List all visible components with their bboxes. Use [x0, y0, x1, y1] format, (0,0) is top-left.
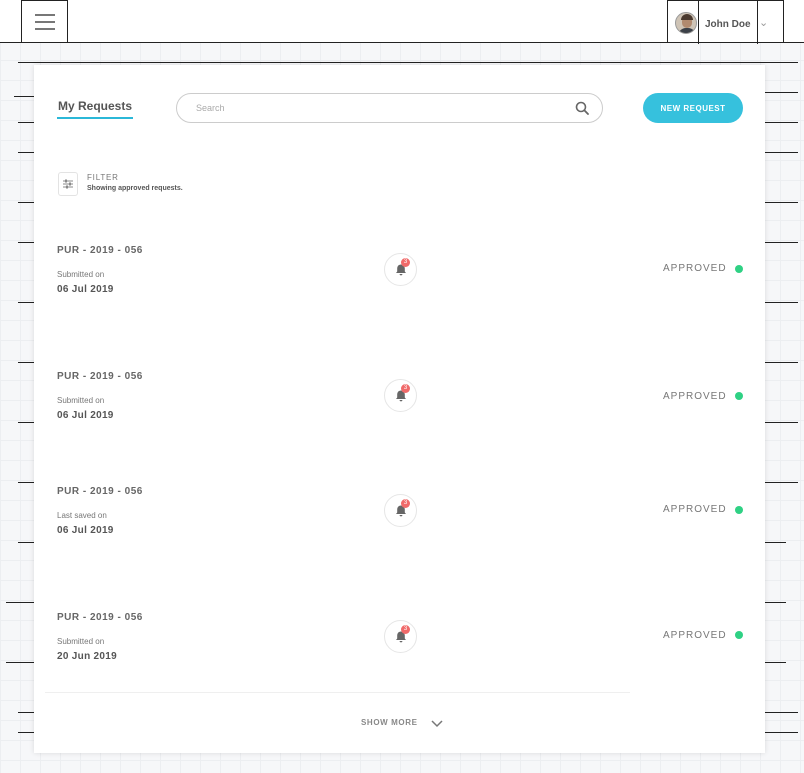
notification-count: 3 — [401, 258, 410, 267]
request-date-label: Last saved on — [57, 511, 107, 520]
chevron-down-icon[interactable]: ⌄ — [759, 16, 768, 29]
status-dot — [735, 392, 743, 400]
new-request-button[interactable]: NEW REQUEST — [643, 93, 743, 123]
request-date-label: Submitted on — [57, 396, 105, 405]
status-dot — [735, 506, 743, 514]
request-id[interactable]: PUR - 2019 - 056 — [57, 486, 143, 497]
menu-button[interactable] — [21, 0, 68, 43]
filter-summary: Showing approved requests. — [87, 185, 183, 192]
top-bar: John Doe ⌄ — [0, 0, 804, 44]
notification-count: 3 — [401, 384, 410, 393]
active-tab-indicator — [57, 117, 133, 119]
request-date: 06 Jul 2019 — [57, 410, 114, 421]
notification-count: 3 — [401, 499, 410, 508]
status-dot — [735, 265, 743, 273]
request-date: 20 Jun 2019 — [57, 651, 118, 662]
user-name: John Doe — [705, 19, 751, 30]
notification-button[interactable]: 3 — [384, 379, 417, 412]
status-label: APPROVED — [663, 263, 727, 274]
chevron-down-icon[interactable] — [427, 713, 447, 733]
status-label: APPROVED — [663, 391, 727, 402]
request-id[interactable]: PUR - 2019 - 056 — [57, 612, 143, 623]
request-id[interactable]: PUR - 2019 - 056 — [57, 371, 143, 382]
user-menu[interactable]: John Doe ⌄ — [667, 0, 784, 44]
request-date-label: Submitted on — [57, 637, 105, 646]
notification-count: 3 — [401, 625, 410, 634]
search-icon[interactable] — [575, 101, 589, 115]
notification-button[interactable]: 3 — [384, 620, 417, 653]
search-placeholder: Search — [196, 103, 225, 113]
notification-button[interactable]: 3 — [384, 253, 417, 286]
request-date-label: Submitted on — [57, 270, 105, 279]
avatar — [675, 12, 697, 34]
status-label: APPROVED — [663, 630, 727, 641]
show-more-button[interactable]: SHOW MORE — [358, 713, 427, 733]
request-id[interactable]: PUR - 2019 - 056 — [57, 245, 143, 256]
divider — [45, 692, 630, 693]
hamburger-icon — [34, 14, 55, 16]
status-dot — [735, 631, 743, 639]
filter-icon[interactable] — [58, 172, 78, 196]
status-label: APPROVED — [663, 504, 727, 515]
search-input[interactable]: Search — [176, 93, 603, 123]
notification-button[interactable]: 3 — [384, 494, 417, 527]
request-date: 06 Jul 2019 — [57, 284, 114, 295]
request-date: 06 Jul 2019 — [57, 525, 114, 536]
filter-title[interactable]: FILTER — [87, 173, 119, 182]
